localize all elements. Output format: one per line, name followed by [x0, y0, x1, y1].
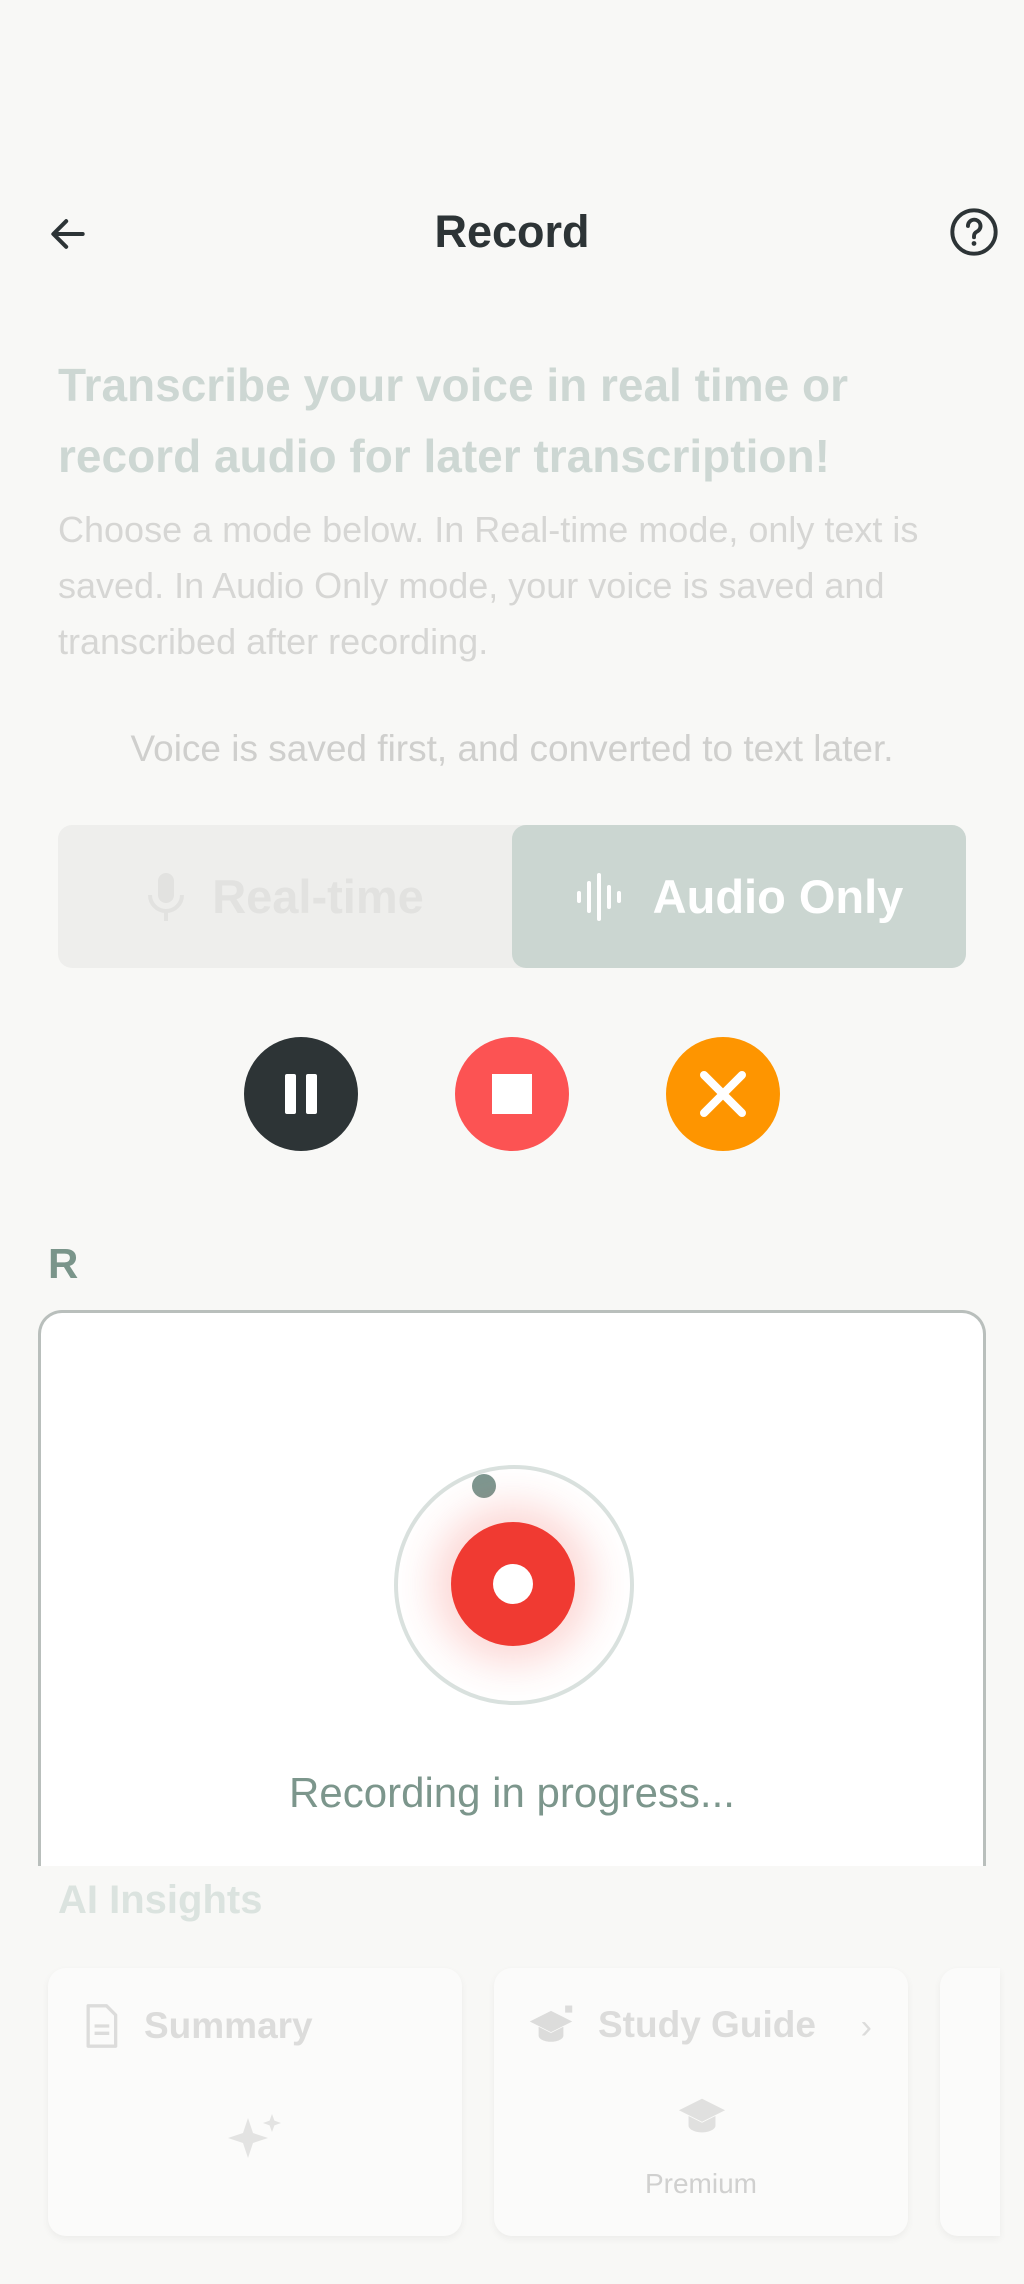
- intro-section: Transcribe your voice in real time or re…: [58, 350, 978, 670]
- chevron-right-icon: ›: [860, 2008, 872, 2046]
- close-icon: [700, 1071, 746, 1117]
- ai-insights-title: AI Insights: [58, 1878, 263, 1922]
- pause-icon: [285, 1074, 317, 1114]
- intro-headline: Transcribe your voice in real time or re…: [58, 359, 848, 482]
- help-button[interactable]: [946, 204, 1002, 260]
- help-circle-icon: [950, 208, 998, 256]
- page-title: Record: [434, 206, 590, 257]
- mode-realtime-button[interactable]: Real-time: [58, 825, 512, 968]
- recording-status: Recording in progress...: [289, 1769, 735, 1816]
- pause-button[interactable]: [244, 1037, 358, 1151]
- insight-card-study-guide[interactable]: Study Guide › Premium: [494, 1968, 908, 2236]
- record-dot-icon: [493, 1564, 533, 1604]
- orbit-dot: [472, 1474, 496, 1498]
- intro-description: Choose a mode below. In Real-time mode, …: [58, 509, 919, 662]
- record-indicator-button[interactable]: [451, 1522, 575, 1646]
- graduation-cap-icon: [678, 2098, 726, 2133]
- mode-realtime-label: Real-time: [212, 870, 424, 923]
- mode-toggle: Real-time Audio Only: [58, 825, 966, 968]
- insight-card-header: Summary: [82, 2004, 313, 2048]
- insight-card-label: Summary: [144, 2005, 313, 2046]
- insight-card-partial[interactable]: [940, 1968, 1000, 2236]
- recording-controls: [0, 1037, 1024, 1151]
- cancel-button[interactable]: [666, 1037, 780, 1151]
- microphone-icon: [148, 872, 185, 921]
- record-screen: Record Transcribe your voice in real tim…: [0, 0, 1024, 2284]
- mode-audio-only-button[interactable]: Audio Only: [512, 825, 966, 968]
- section-label: R: [48, 1240, 79, 1287]
- top-app-bar: Record: [0, 190, 1024, 274]
- graduation-cap-icon: [529, 2005, 573, 2042]
- recording-card: Recording in progress...: [38, 1310, 986, 1866]
- insight-card-header: Study Guide: [528, 2004, 816, 2046]
- audio-wave-icon: [576, 872, 621, 921]
- sparkle-icon: [228, 2114, 281, 2158]
- document-icon: [86, 2004, 118, 2048]
- stop-icon: [492, 1074, 532, 1114]
- insight-card-summary[interactable]: Summary: [48, 1968, 462, 2236]
- stop-button[interactable]: [455, 1037, 569, 1151]
- insight-card-label: Study Guide: [598, 2004, 816, 2045]
- premium-badge: Premium: [644, 2168, 757, 2199]
- mode-hint: Voice is saved first, and converted to t…: [130, 728, 894, 769]
- mode-audio-only-label: Audio Only: [652, 870, 904, 923]
